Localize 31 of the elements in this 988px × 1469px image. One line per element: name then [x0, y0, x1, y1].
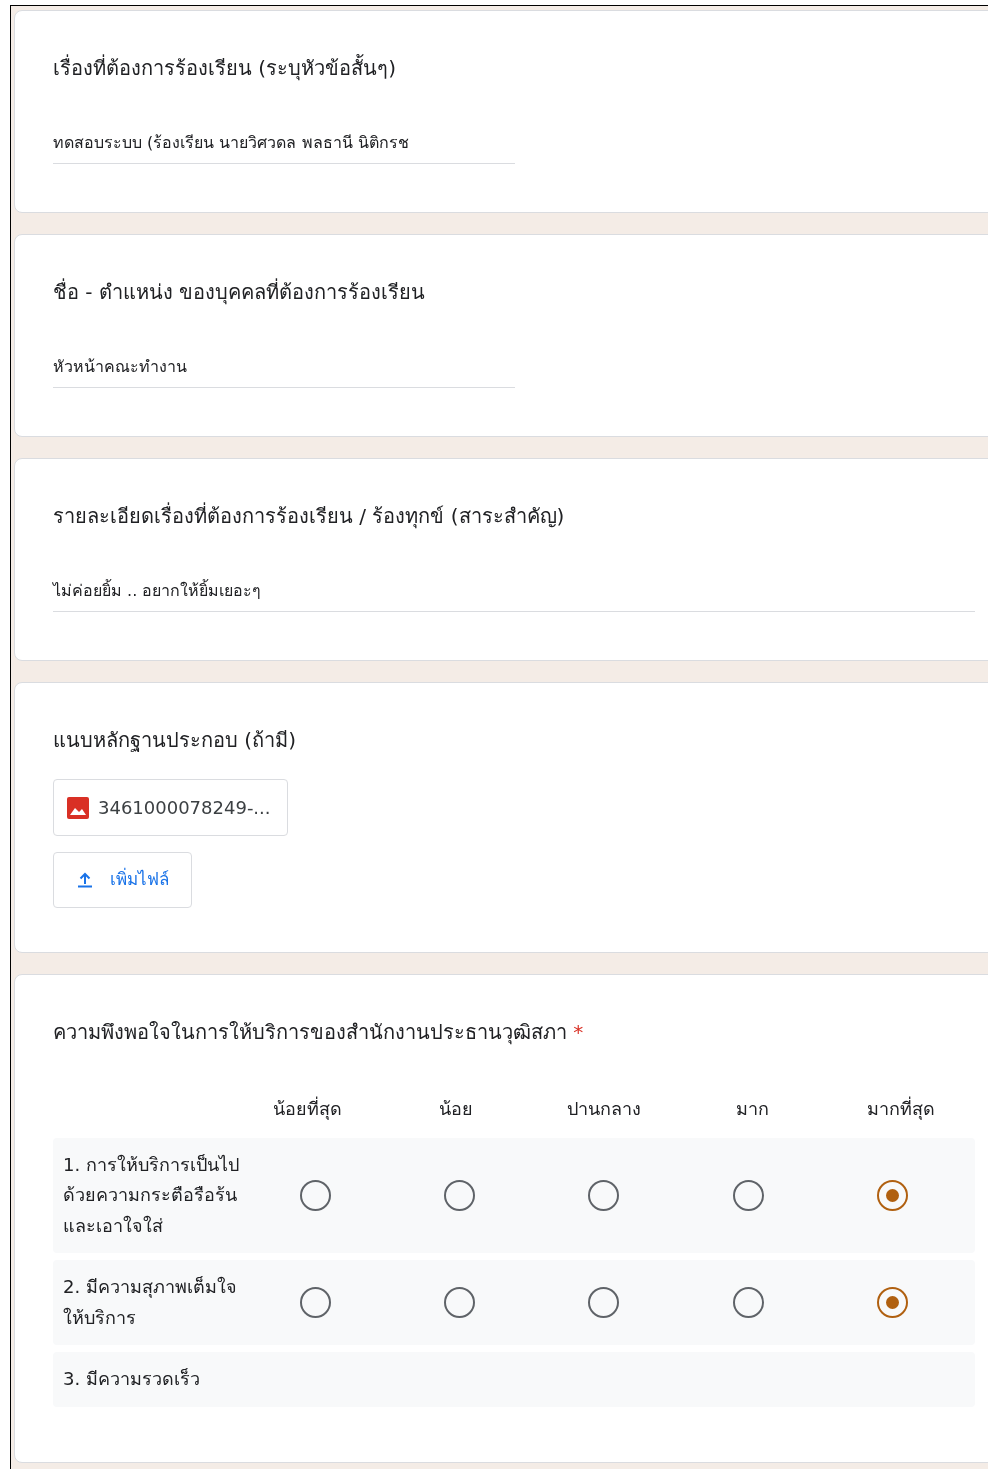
answer-field[interactable]: หัวหน้าคณะทำงาน: [53, 355, 515, 388]
radio-button[interactable]: [877, 1179, 909, 1211]
question-title: เรื่องที่ต้องการร้องเรียน (ระบุหัวข้อสั้นๆ): [53, 56, 396, 80]
required-mark: *: [573, 1019, 584, 1044]
answer-field[interactable]: ไม่ค่อยยิ้ม .. อยากให้ยิ้มเยอะๆ: [53, 579, 975, 612]
radio-button[interactable]: [732, 1287, 764, 1319]
column-header: มาก: [734, 1096, 770, 1121]
radio-button[interactable]: [732, 1179, 764, 1211]
file-chip[interactable]: 3461000078249-...: [53, 779, 288, 836]
column-header: ปานกลาง: [566, 1096, 642, 1121]
question-title: ความพึงพอใจในการให้บริการของสำนักงานประธานวุฒิสภา: [53, 1019, 567, 1044]
radio-button[interactable]: [877, 1287, 909, 1319]
radio-button[interactable]: [588, 1179, 620, 1211]
answer-field[interactable]: ทดสอบระบบ (ร้องเรียน นายวิศวดล พลธานี นิติกรช: [53, 131, 515, 164]
row-label: 2. มีความสุภาพเต็มใจให้บริการ: [63, 1276, 237, 1328]
question-title: ชื่อ - ตำแหน่ง ของบุคคลที่ต้องการร้องเรียน: [53, 280, 426, 304]
column-header: น้อยที่สุด: [271, 1095, 343, 1122]
radio-button[interactable]: [444, 1179, 476, 1211]
column-header: น้อย: [437, 1096, 474, 1121]
row-label: 3. มีความรวดเร็ว: [63, 1368, 200, 1390]
radio-button[interactable]: [299, 1179, 331, 1211]
column-header: มากที่สุด: [865, 1095, 936, 1122]
row-label: 1. การให้บริการเป็นไปด้วยความกระตือรือร้น และเอาใจใส่: [63, 1153, 239, 1236]
radio-button[interactable]: [588, 1287, 620, 1319]
radio-button[interactable]: [444, 1287, 476, 1319]
question-title: รายละเอียดเรื่องที่ต้องการร้องเรียน / ร้องทุกข์ (สาระสำคัญ): [53, 504, 565, 528]
image-file-icon: [66, 795, 90, 820]
radio-button[interactable]: [299, 1287, 331, 1319]
upload-icon: [76, 870, 94, 889]
add-file-button[interactable]: เพิ่มไฟล์: [53, 852, 192, 908]
question-title: แนบหลักฐานประกอบ (ถ้ามี): [53, 728, 296, 752]
